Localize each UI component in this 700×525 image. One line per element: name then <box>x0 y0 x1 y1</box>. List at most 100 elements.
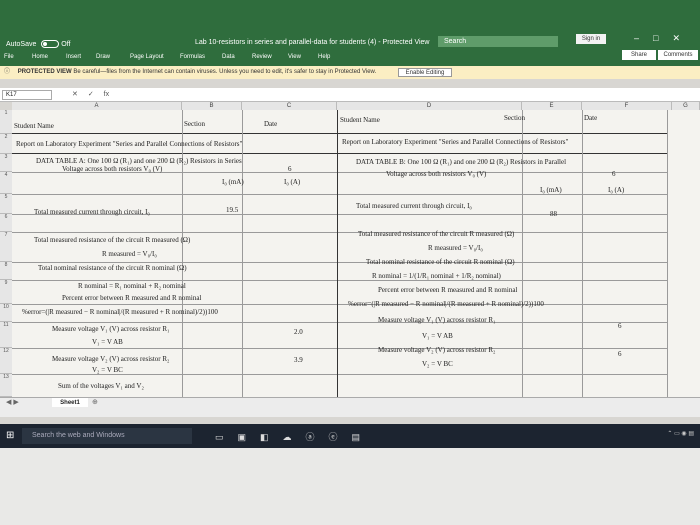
measured-resistance-label: Total measured resistance of the circuit… <box>34 236 191 244</box>
confirm-icon[interactable]: ✓ <box>88 91 94 98</box>
section-label: Section <box>504 114 525 122</box>
protected-view-message: Be careful—files from the Internet can c… <box>73 69 377 75</box>
taskbar-app-icons[interactable]: ▭▣◧☁ⓐⓔ▤ <box>215 430 374 443</box>
toggle-icon <box>41 40 60 48</box>
row-header[interactable]: 11 <box>0 322 12 348</box>
tab-help[interactable]: Help <box>318 54 330 60</box>
ribbon-tabs: File Home Insert Draw Page Layout Formul… <box>0 50 700 66</box>
row-header[interactable]: 13 <box>0 374 12 397</box>
title-bar: AutoSave Off Lab 10-resistors in series … <box>0 0 700 50</box>
voltage-label: Voltage across both resistors V₀ (V) <box>386 170 487 178</box>
nominal-resistance-label: Total nominal resistance of the circuit … <box>38 264 187 272</box>
voltage-value[interactable]: 6 <box>288 165 292 173</box>
current-ma-header: I₀ (mA) <box>222 178 244 186</box>
date-label: Date <box>584 114 598 122</box>
percent-error-formula: %error=(|R measured − R nominal|/(R meas… <box>22 308 218 316</box>
spreadsheet-grid[interactable]: Student Name Section Date Report on Labo… <box>12 110 700 397</box>
sum-voltages-label: Sum of the voltages V₁ and V₂ <box>58 382 144 390</box>
column-header-d[interactable]: D <box>337 102 522 110</box>
sign-in-button[interactable]: Sign in <box>576 34 606 44</box>
voltage-value[interactable]: 6 <box>612 170 616 178</box>
share-button[interactable]: Share <box>622 50 656 60</box>
tab-file[interactable]: File <box>4 54 14 60</box>
row-header[interactable]: 6 <box>0 214 12 232</box>
date-label: Date <box>264 120 278 128</box>
measured-resistance-formula: R measured = V₀/I₀ <box>102 250 157 258</box>
row-header[interactable]: 5 <box>0 194 12 214</box>
v2-formula: V₂ = V BC <box>422 360 453 368</box>
v2-label: Measure voltage V₂ (V) across resistor R… <box>378 346 496 354</box>
current-value[interactable]: 19.5 <box>226 206 238 214</box>
v1-label: Measure voltage V₁ (V) across resistor R… <box>52 325 170 333</box>
student-name-label: Student Name <box>14 122 54 130</box>
column-header-a[interactable]: A <box>12 102 182 110</box>
name-box[interactable]: K17 <box>2 90 52 100</box>
document-title: Lab 10-resistors in series and parallel-… <box>195 39 430 46</box>
v1-value[interactable]: 2.0 <box>294 328 303 336</box>
row-header[interactable]: 2 <box>0 134 12 154</box>
nominal-resistance-formula: R nominal = 1/(1/R₁ nominal + 1/R₂ nomin… <box>372 272 501 280</box>
current-label: Total measured current through circuit, … <box>34 208 150 216</box>
comments-button[interactable]: Comments <box>658 50 698 60</box>
formula-controls[interactable]: ✕ ✓ fx <box>72 90 109 98</box>
tab-draw[interactable]: Draw <box>96 54 110 60</box>
tab-page-layout[interactable]: Page Layout <box>130 54 164 60</box>
student-name-label: Student Name <box>340 116 380 124</box>
tab-formulas[interactable]: Formulas <box>180 54 205 60</box>
row-header[interactable]: 10 <box>0 304 12 322</box>
column-header-c[interactable]: C <box>242 102 337 110</box>
row-header[interactable]: 4 <box>0 172 12 194</box>
row-header[interactable]: 3 <box>0 154 12 172</box>
v1-value[interactable]: 6 <box>618 322 622 330</box>
autosave-label: AutoSave <box>6 40 37 48</box>
tab-view[interactable]: View <box>288 54 301 60</box>
add-sheet-icon[interactable]: ⊕ <box>92 398 98 406</box>
current-value[interactable]: 88 <box>550 210 557 218</box>
column-header-g[interactable]: G <box>672 102 700 110</box>
scroll-arrows-icon[interactable]: ◀ ▶ <box>6 398 19 406</box>
taskbar-search-input[interactable]: Search the web and Windows <box>22 428 192 444</box>
v2-label: Measure voltage V₂ (V) across resistor R… <box>52 355 170 363</box>
current-a-header: I₀ (A) <box>284 178 301 186</box>
table-b-title: DATA TABLE B: One 100 Ω (R₁) and one 200… <box>356 158 567 166</box>
row-header[interactable]: 9 <box>0 280 12 304</box>
window-controls[interactable]: –□✕ <box>634 33 694 44</box>
autosave-toggle[interactable]: AutoSave Off <box>6 40 70 48</box>
voltage-label: Voltage across both resistors V₀ (V) <box>62 165 163 173</box>
section-label: Section <box>184 120 205 128</box>
tab-data[interactable]: Data <box>222 54 235 60</box>
search-box[interactable]: Search <box>438 36 558 47</box>
table-a-title: DATA TABLE A: One 100 Ω (R₁) and one 200… <box>36 157 242 165</box>
row-header[interactable]: 12 <box>0 348 12 374</box>
column-header-e[interactable]: E <box>522 102 582 110</box>
column-header-f[interactable]: F <box>582 102 672 110</box>
row-header[interactable]: 1 <box>0 110 12 134</box>
percent-error-label: Percent error between R measured and R n… <box>62 294 202 302</box>
percent-error-label: Percent error between R measured and R n… <box>378 286 518 294</box>
column-header-b[interactable]: B <box>182 102 242 110</box>
v2-value[interactable]: 6 <box>618 350 622 358</box>
current-ma-header: I₀ (mA) <box>540 186 562 194</box>
v2-formula: V₂ = V BC <box>92 366 123 374</box>
v1-label: Measure voltage V₁ (V) across resistor R… <box>378 316 496 324</box>
v2-value[interactable]: 3.9 <box>294 356 303 364</box>
tab-review[interactable]: Review <box>252 54 272 60</box>
windows-start-icon[interactable]: ⊞ <box>6 431 16 441</box>
tab-home[interactable]: Home <box>32 54 48 60</box>
current-label: Total measured current through circuit, … <box>356 202 472 210</box>
v1-formula: V₁ = V AB <box>422 332 453 340</box>
enable-editing-button[interactable]: Enable Editing <box>398 68 452 77</box>
search-label: Search <box>444 38 467 45</box>
fx-icon[interactable]: fx <box>104 91 109 98</box>
v1-formula: V₁ = V AB <box>92 338 123 346</box>
info-icon: ⓘ <box>4 69 11 75</box>
tab-insert[interactable]: Insert <box>66 54 81 60</box>
system-tray[interactable]: ⌃ ▭ ◉ ▤ <box>667 430 694 437</box>
report-title: Report on Laboratory Experiment "Series … <box>16 140 243 148</box>
formula-bar: K17 ✕ ✓ fx <box>0 88 700 102</box>
protected-view-bar: ⓘ PROTECTED VIEW Be careful—files from t… <box>0 66 700 79</box>
row-header[interactable]: 8 <box>0 262 12 280</box>
cancel-icon[interactable]: ✕ <box>72 91 78 98</box>
row-header[interactable]: 7 <box>0 232 12 262</box>
windows-taskbar: ⊞ Search the web and Windows ▭▣◧☁ⓐⓔ▤ ⌃ ▭… <box>0 424 700 448</box>
